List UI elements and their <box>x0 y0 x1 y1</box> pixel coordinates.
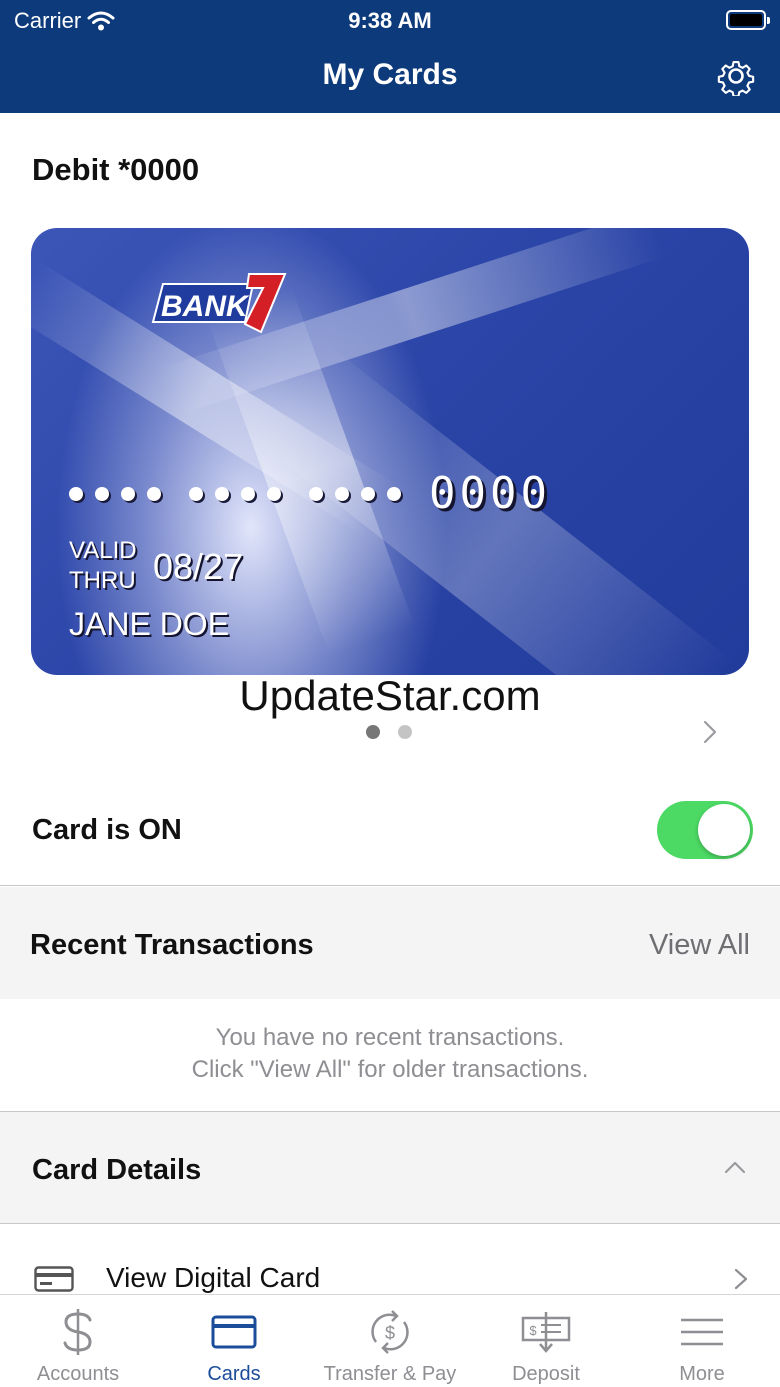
card-on-toggle[interactable] <box>657 801 753 859</box>
watermark-text: UpdateStar.com <box>239 672 541 719</box>
card-holder-name: JANE DOE <box>69 606 230 642</box>
app-header: Carrier 9:38 AM My Cards <box>0 0 780 113</box>
card-number: 0000 <box>69 468 551 519</box>
masked-digits <box>69 486 161 501</box>
page-title: My Cards <box>322 58 458 91</box>
tab-accounts[interactable]: Accounts <box>0 1295 156 1387</box>
tab-more[interactable]: More <box>624 1295 780 1387</box>
valid-thru-label: VALID THRU <box>69 536 137 596</box>
status-time: 9:38 AM <box>348 8 432 33</box>
deposit-icon: $ <box>521 1312 571 1353</box>
recent-transactions-header: Recent Transactions View All <box>0 887 780 999</box>
empty-line-2: Click "View All" for older transactions. <box>191 1056 589 1083</box>
tab-label: More <box>679 1363 725 1385</box>
tab-label: Deposit <box>512 1363 580 1385</box>
svg-text:$: $ <box>385 1323 395 1343</box>
tab-bar: Accounts Cards $ Transfer & Pay $ Deposi… <box>0 1294 780 1387</box>
status-bar: Carrier 9:38 AM <box>0 0 780 40</box>
chevron-right-icon <box>734 1268 748 1290</box>
view-all-link[interactable]: View All <box>649 929 750 962</box>
menu-icon <box>681 1318 723 1346</box>
card-name-label: Debit *0000 <box>32 152 200 187</box>
tab-deposit[interactable]: $ Deposit <box>468 1295 624 1387</box>
card-status-label: Card is ON <box>32 814 182 846</box>
masked-digits <box>189 486 281 501</box>
pager-dot-active[interactable] <box>366 725 380 739</box>
card-icon <box>211 1315 257 1349</box>
toggle-knob <box>698 804 750 856</box>
view-digital-card-label: View Digital Card <box>106 1262 321 1293</box>
card-last4: 0000 <box>429 468 551 519</box>
chevron-right-icon[interactable] <box>702 720 718 744</box>
card-pager[interactable] <box>366 725 412 739</box>
no-transactions-message: You have no recent transactions. Click "… <box>0 1022 780 1086</box>
masked-digits <box>309 486 401 501</box>
pager-dot[interactable] <box>398 725 412 739</box>
battery-icon <box>726 10 770 30</box>
chevron-up-icon[interactable] <box>724 1160 746 1174</box>
recent-transactions-title: Recent Transactions <box>30 929 314 961</box>
transfer-icon: $ <box>371 1310 409 1354</box>
tab-cards[interactable]: Cards <box>156 1295 312 1387</box>
svg-text:BANK: BANK <box>161 290 250 323</box>
tab-label: Transfer & Pay <box>323 1363 457 1385</box>
card-status-row: Card is ON <box>0 774 780 886</box>
dollar-icon <box>63 1309 92 1355</box>
gear-icon[interactable] <box>716 56 756 96</box>
bank7-logo: BANK <box>151 273 287 334</box>
card-details-header[interactable]: Card Details <box>0 1112 780 1224</box>
card-details-title: Card Details <box>32 1154 202 1186</box>
view-digital-card-row[interactable]: View Digital Card <box>0 1226 780 1296</box>
tab-transfer-pay[interactable]: $ Transfer & Pay <box>312 1295 468 1387</box>
svg-text:$: $ <box>529 1323 537 1338</box>
tab-label: Accounts <box>36 1363 120 1385</box>
card-expiry: 08/27 <box>153 546 244 587</box>
tab-label: Cards <box>207 1363 261 1385</box>
valid-label-line1: VALID <box>69 537 137 564</box>
valid-label-line2: THRU <box>69 567 136 594</box>
debit-card-image[interactable]: BANK 0000 VALID THRU 08/27 JANE DOE <box>31 228 749 675</box>
credit-card-icon <box>34 1266 74 1292</box>
empty-line-1: You have no recent transactions. <box>215 1024 565 1051</box>
